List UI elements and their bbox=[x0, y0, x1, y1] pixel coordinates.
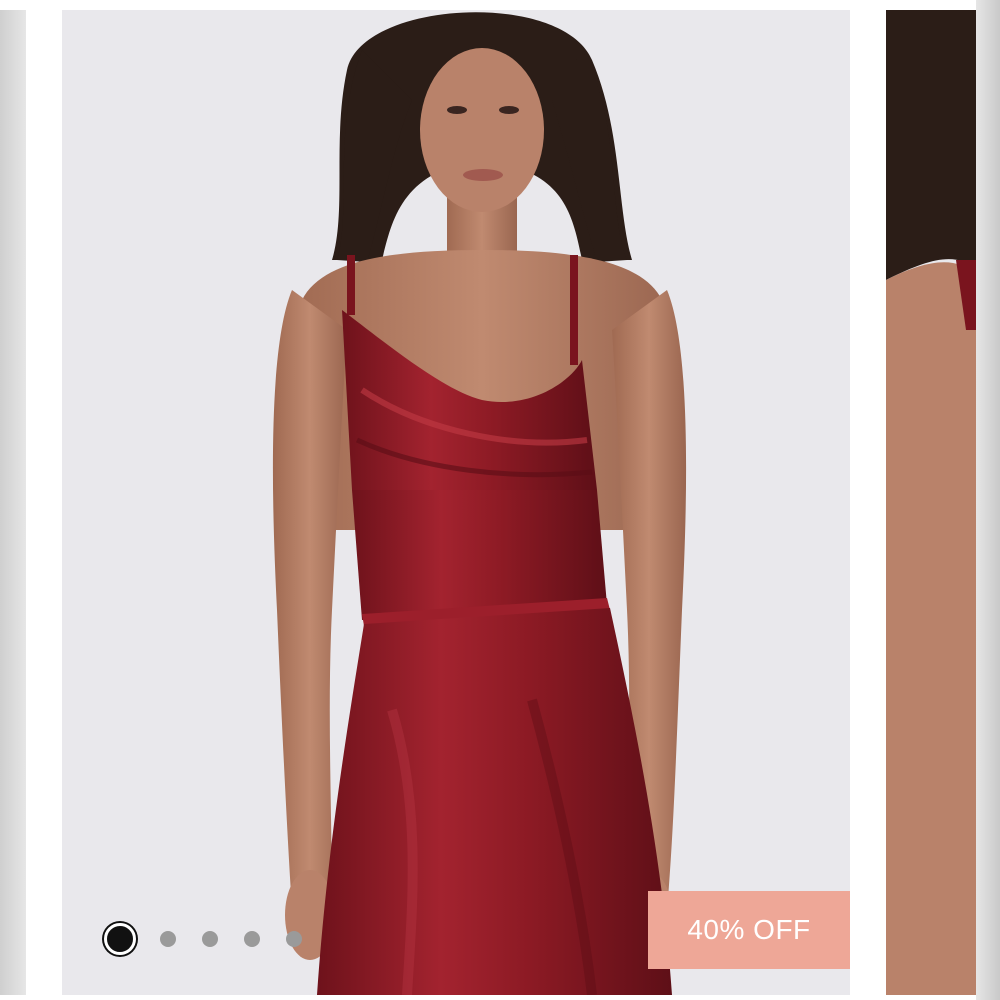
right-edge-shadow bbox=[976, 0, 1000, 1000]
carousel-pagination bbox=[100, 922, 328, 956]
product-photo bbox=[272, 12, 687, 995]
pager-dot-3[interactable] bbox=[202, 931, 218, 947]
discount-badge: 40% OFF bbox=[648, 891, 850, 969]
next-photo-preview bbox=[886, 10, 976, 995]
pager-dot-2[interactable] bbox=[160, 931, 176, 947]
previous-slide-peek[interactable] bbox=[0, 10, 26, 995]
pager-dot-1[interactable] bbox=[104, 923, 136, 955]
next-slide-peek[interactable] bbox=[886, 10, 976, 995]
product-photo-slide[interactable] bbox=[62, 10, 850, 995]
pager-dot-5[interactable] bbox=[286, 931, 302, 947]
pager-dot-4[interactable] bbox=[244, 931, 260, 947]
product-image-viewer: 40% OFF bbox=[0, 0, 1000, 1000]
